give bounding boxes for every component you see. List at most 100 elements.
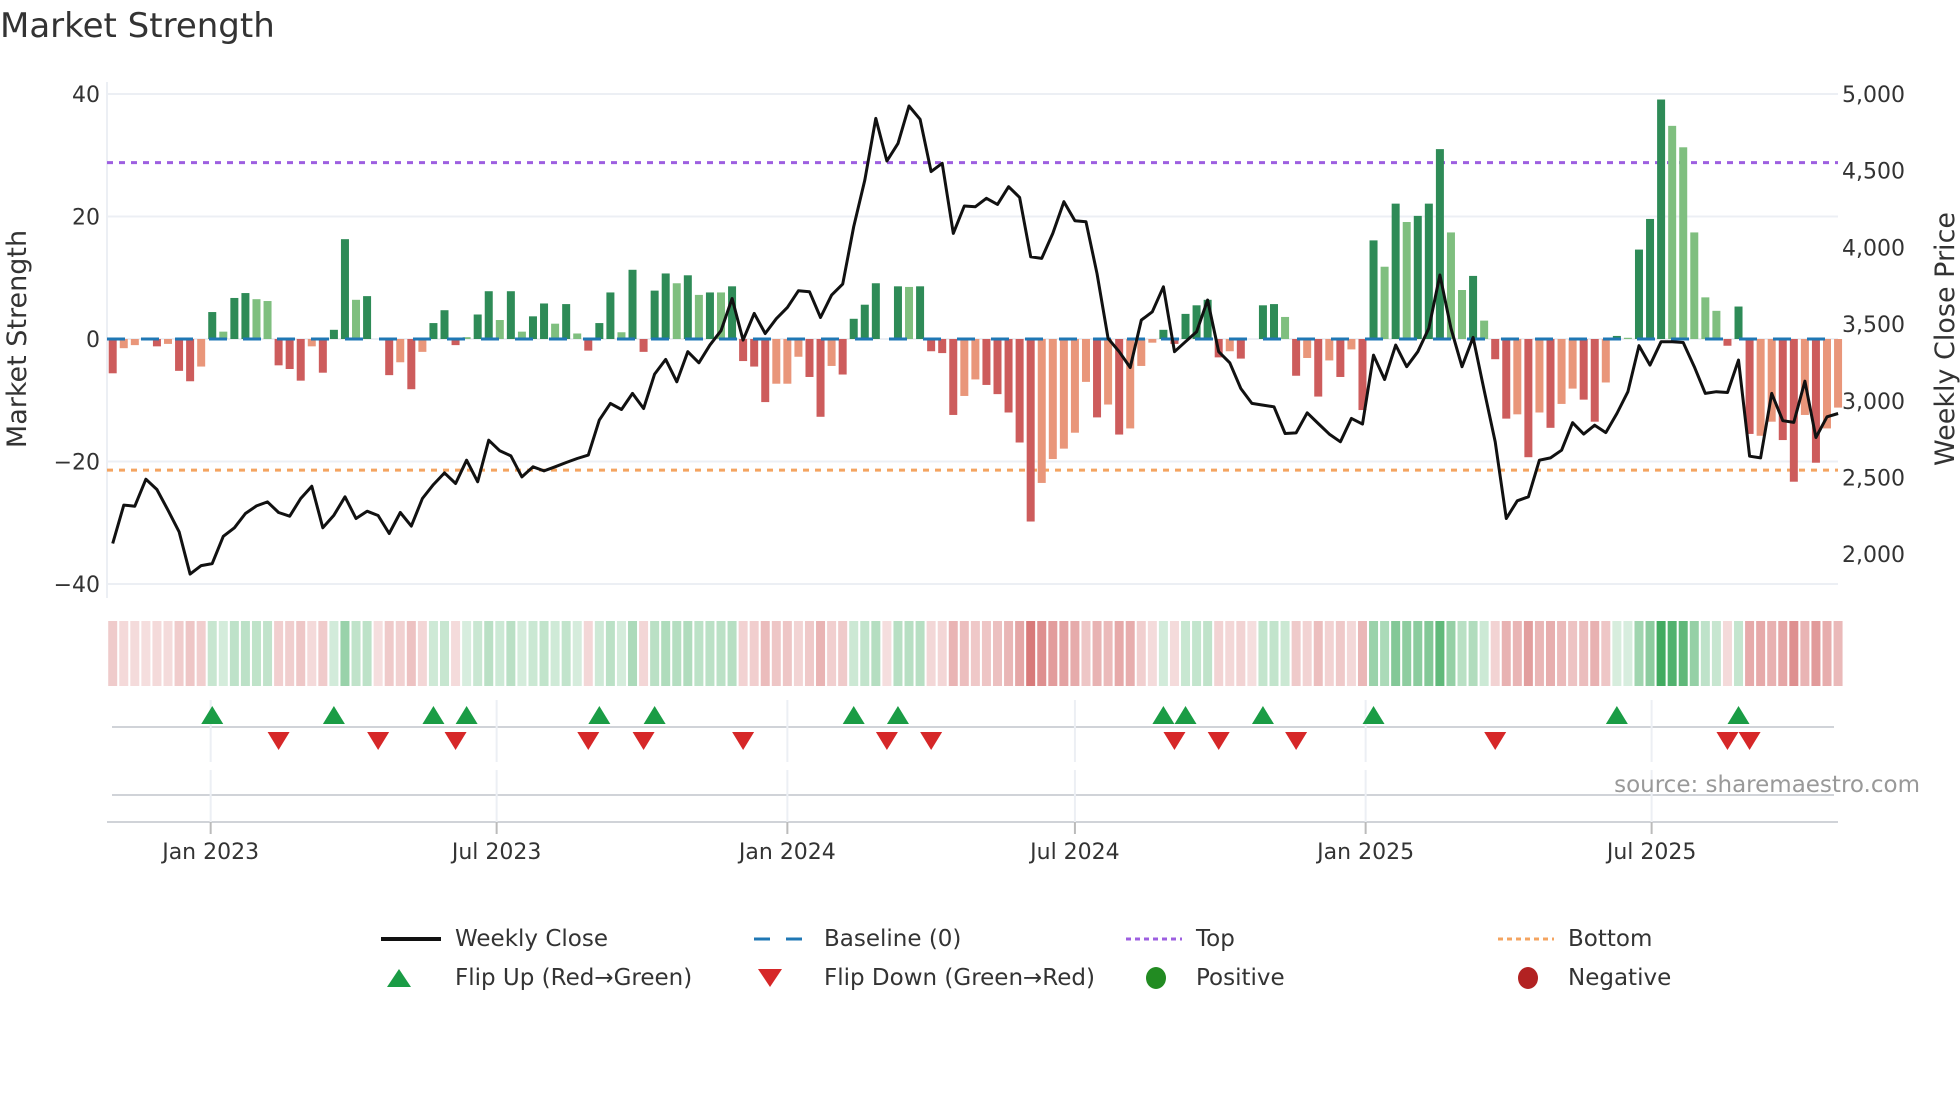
legend-label: Baseline (0) bbox=[824, 926, 962, 952]
heatmap-cell bbox=[296, 621, 306, 686]
heatmap-cell bbox=[1446, 621, 1456, 686]
heatmap-cell bbox=[893, 621, 903, 686]
flip-down-marker bbox=[577, 732, 600, 750]
strength-bar bbox=[1081, 339, 1090, 382]
heatmap-cell bbox=[1225, 621, 1235, 686]
heatmap-cell bbox=[1402, 621, 1412, 686]
heatmap-cell bbox=[1269, 621, 1279, 686]
x-tick-label: Jan 2024 bbox=[737, 840, 836, 865]
strength-bar bbox=[1657, 99, 1666, 339]
heatmap-cell bbox=[705, 621, 715, 686]
legend-baseline[interactable]: Baseline (0) bbox=[754, 926, 961, 952]
heatmap-cell bbox=[263, 621, 273, 686]
strength-bar bbox=[1469, 275, 1478, 339]
legend-top[interactable]: Top bbox=[1126, 926, 1235, 952]
heatmap-cell bbox=[1435, 621, 1445, 686]
y-tick-label: 40 bbox=[72, 83, 100, 108]
heatmap-cell bbox=[639, 621, 649, 686]
heatmap-cell bbox=[1722, 621, 1732, 686]
heatmap-cell bbox=[1413, 621, 1423, 686]
legend-flip-up[interactable]: Flip Up (Red→Green) bbox=[381, 965, 692, 991]
heatmap-cell bbox=[1778, 621, 1788, 686]
strength-bar bbox=[1480, 320, 1489, 339]
legend-bottom[interactable]: Bottom bbox=[1498, 926, 1652, 952]
strength-bar bbox=[197, 339, 206, 367]
strength-bar bbox=[1756, 339, 1765, 436]
strength-bar bbox=[1723, 339, 1732, 346]
heatmap-cell bbox=[451, 621, 461, 686]
heatmap-cell bbox=[340, 621, 350, 686]
heatmap-cell bbox=[1380, 621, 1390, 686]
heatmap-cell bbox=[1501, 621, 1511, 686]
circle-icon bbox=[1146, 967, 1166, 989]
x-tick-label: Jan 2023 bbox=[160, 840, 259, 865]
strength-bar bbox=[1070, 339, 1079, 433]
strength-bar bbox=[739, 339, 748, 362]
heatmap-cell bbox=[1512, 621, 1522, 686]
strength-bar bbox=[1734, 306, 1743, 339]
dotted-line-swatch-icon bbox=[1126, 937, 1182, 941]
flip-down-marker bbox=[1285, 732, 1308, 750]
legend-positive[interactable]: Positive bbox=[1126, 965, 1285, 991]
strength-bar bbox=[1668, 125, 1677, 339]
heatmap-cell bbox=[1711, 621, 1721, 686]
legend-label: Bottom bbox=[1568, 926, 1653, 952]
source-note: source: sharemaestro.com bbox=[1614, 772, 1920, 798]
heatmap-cell bbox=[1833, 621, 1843, 686]
heatmap-cell bbox=[1147, 621, 1157, 686]
legend-negative[interactable]: Negative bbox=[1498, 965, 1671, 991]
heatmap-cell bbox=[1114, 621, 1124, 686]
heatmap-cell bbox=[1601, 621, 1611, 686]
strength-bar bbox=[860, 304, 869, 339]
heatmap-cell bbox=[672, 621, 682, 686]
strength-bar bbox=[1646, 218, 1655, 339]
strength-bar bbox=[1391, 203, 1400, 339]
heatmap-cell bbox=[1081, 621, 1091, 686]
strength-bar bbox=[175, 339, 184, 371]
heatmap-cell bbox=[948, 621, 958, 686]
legend-weekly-close[interactable]: Weekly Close bbox=[381, 926, 608, 952]
flip-down-marker bbox=[1207, 732, 1230, 750]
strength-bar bbox=[1292, 339, 1301, 376]
heatmap-cell bbox=[384, 621, 394, 686]
strength-bar bbox=[1181, 313, 1190, 339]
strength-bar bbox=[1634, 249, 1643, 339]
y2-tick-label: 3,000 bbox=[1842, 390, 1905, 415]
strength-bar bbox=[296, 339, 305, 381]
heatmap-cell bbox=[473, 621, 483, 686]
strength-bar bbox=[683, 275, 692, 339]
strength-bar bbox=[164, 339, 172, 344]
heatmap-cell bbox=[495, 621, 505, 686]
heatmap-cell bbox=[196, 621, 206, 686]
strength-bar bbox=[1535, 339, 1544, 413]
strength-bar bbox=[252, 299, 261, 339]
strength-bar bbox=[1690, 232, 1699, 339]
heatmap-cell bbox=[1734, 621, 1744, 686]
heatmap-cell bbox=[1745, 621, 1755, 686]
heatmap-cell bbox=[1534, 621, 1544, 686]
flip-down-marker bbox=[444, 732, 467, 750]
heatmap-cell bbox=[373, 621, 383, 686]
heatmap-cell bbox=[1800, 621, 1810, 686]
legend-label: Flip Down (Green→Red) bbox=[824, 965, 1095, 991]
flip-up-marker bbox=[1174, 706, 1197, 724]
strength-bar bbox=[960, 339, 969, 396]
heatmap-cell bbox=[882, 621, 892, 686]
heatmap-cell bbox=[130, 621, 140, 686]
strength-bar bbox=[241, 293, 250, 339]
strength-bar bbox=[595, 323, 604, 339]
strength-bar bbox=[130, 339, 139, 346]
heatmap-cell bbox=[240, 621, 250, 686]
heatmap-cell bbox=[251, 621, 261, 686]
strength-bar bbox=[1435, 149, 1444, 339]
heatmap-cell bbox=[1070, 621, 1080, 686]
flip-down-marker bbox=[875, 732, 898, 750]
strength-bar bbox=[1236, 339, 1245, 359]
strength-bar bbox=[982, 339, 991, 385]
heatmap-cell bbox=[716, 621, 726, 686]
heatmap-cell bbox=[937, 621, 947, 686]
heatmap-cell bbox=[1645, 621, 1655, 686]
strength-bar bbox=[1679, 147, 1688, 339]
strength-bar bbox=[1601, 339, 1610, 383]
legend-flip-down[interactable]: Flip Down (Green→Red) bbox=[754, 965, 1095, 991]
